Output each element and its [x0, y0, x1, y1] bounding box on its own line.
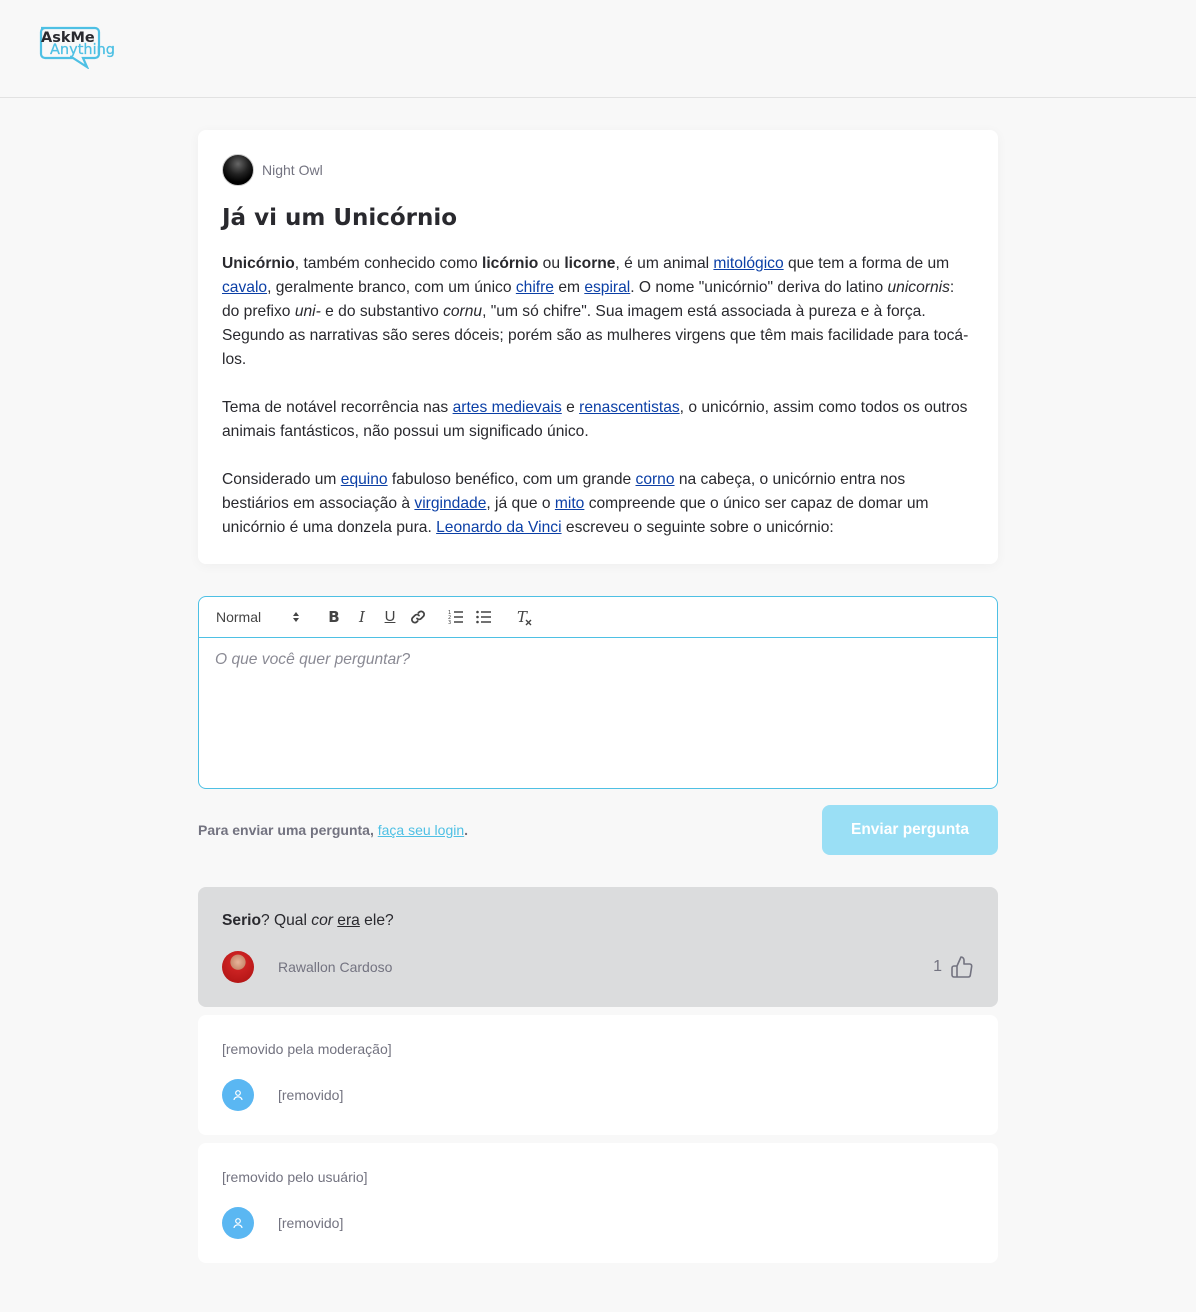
user-avatar — [222, 1206, 254, 1239]
question-footer: Rawallon Cardoso 1 — [222, 950, 974, 983]
text-run: em — [553, 278, 585, 296]
login-note-end: . — [464, 821, 469, 838]
thumbs-up-icon — [951, 956, 973, 978]
question-author: [removido] — [222, 1078, 344, 1111]
content-link[interactable]: chifre — [516, 279, 554, 296]
submit-row: Para enviar uma pergunta, faça seu login… — [198, 804, 998, 855]
text-run: escreveu o seguinte sobre o unicórnio: — [561, 518, 834, 536]
text-run: Considerado um — [222, 470, 341, 488]
question-footer: [removido] — [222, 1078, 974, 1111]
text-run: , geralmente branco, com um único — [267, 278, 516, 296]
content-link[interactable]: corno — [636, 471, 675, 488]
logo-text-anything: Anything — [50, 42, 115, 58]
ordered-list-button[interactable]: 123 — [442, 605, 470, 629]
room-description-card: Night Owl Já vi um Unicórnio Unicórnio, … — [198, 130, 998, 564]
question-textarea[interactable]: O que você quer perguntar? — [199, 638, 997, 682]
text-run: Tema de notável recorrência nas — [222, 398, 453, 416]
author-avatar — [222, 154, 254, 186]
text-run: e — [561, 398, 580, 416]
question-author-name: [removido] — [278, 1214, 344, 1231]
svg-text:3: 3 — [448, 620, 451, 624]
question-editor: Normal B I U 123 T O que você quer pergu… — [198, 595, 998, 789]
content-paragraph: Tema de notável recorrência nas artes me… — [222, 396, 974, 444]
text-run: que tem a forma de um — [783, 254, 950, 272]
room-author: Night Owl — [222, 154, 974, 186]
question-footer: [removido] — [222, 1206, 974, 1239]
bullet-list-button[interactable] — [470, 605, 498, 629]
question-author: [removido] — [222, 1206, 344, 1239]
link-button[interactable] — [404, 605, 432, 629]
italic-text: uni- — [294, 302, 321, 320]
question-author-name: Rawallon Cardoso — [278, 958, 393, 975]
question-card: [removido pela moderação] [removido] — [198, 1014, 998, 1135]
author-name: Night Owl — [262, 162, 323, 178]
text-run: . O nome "unicórnio" deriva do latino — [630, 278, 888, 296]
room-main: Night Owl Já vi um Unicórnio Unicórnio, … — [198, 98, 998, 1263]
question-card: [removido pelo usuário] [removido] — [198, 1142, 998, 1263]
italic-text: cornu — [443, 302, 483, 320]
askme-anything-logo[interactable]: AskMe Anything — [38, 25, 116, 69]
login-note: Para enviar uma pergunta, faça seu login… — [198, 822, 468, 838]
text-run: fabuloso benéfico, com um grande — [387, 470, 636, 488]
question-author: Rawallon Cardoso — [222, 950, 393, 983]
login-link[interactable]: faça seu login — [378, 822, 464, 838]
underline-button[interactable]: U — [376, 605, 404, 629]
bold-text: licorne — [564, 254, 616, 272]
updown-icon — [293, 611, 299, 622]
content-link[interactable]: espiral — [584, 279, 630, 296]
content-link[interactable]: mito — [555, 495, 584, 512]
text-run: , é um animal — [615, 254, 714, 272]
text-run: , já que o — [486, 494, 555, 512]
content-link[interactable]: mitológico — [713, 255, 783, 272]
user-avatar — [222, 1078, 254, 1111]
x-icon — [525, 619, 532, 626]
format-select-value: Normal — [216, 608, 262, 625]
login-note-text: Para enviar uma pergunta, — [198, 821, 378, 838]
app-header: AskMe Anything — [0, 0, 1196, 98]
user-icon — [233, 1089, 243, 1101]
content-link[interactable]: equino — [341, 471, 388, 488]
like-button[interactable]: 1 — [933, 955, 974, 979]
content-link[interactable]: Leonardo da Vinci — [436, 519, 561, 536]
italic-text: cor — [311, 911, 333, 929]
like-count: 1 — [933, 957, 942, 975]
question-text: [removido pela moderação] — [222, 1040, 392, 1057]
text-run: e do substantivo — [320, 302, 444, 320]
content-link[interactable]: virgindade — [414, 495, 486, 512]
format-select[interactable]: Normal — [216, 609, 310, 625]
ordered-list-icon: 123 — [448, 610, 463, 624]
content-paragraph: Considerado um equino fabuloso benéfico,… — [222, 468, 974, 540]
text-run: ou — [538, 254, 565, 272]
send-question-button[interactable]: Enviar pergunta — [822, 804, 998, 855]
question-card: Serio? Qual cor era ele? Rawallon Cardos… — [198, 886, 998, 1007]
clear-format-button[interactable]: T — [508, 605, 536, 629]
question-author-name: [removido] — [278, 1086, 344, 1103]
bullet-list-icon — [476, 610, 491, 624]
content-link[interactable]: artes medievais — [453, 399, 562, 416]
text-run: , também conhecido como — [294, 254, 482, 272]
content-link[interactable]: renascentistas — [579, 399, 680, 416]
bold-text: Unicórnio — [222, 254, 295, 272]
question-text: [removido pelo usuário] — [222, 1168, 368, 1185]
underlined-text: era — [337, 911, 360, 929]
user-avatar — [222, 950, 254, 983]
room-title: Já vi um Unicórnio — [222, 205, 458, 231]
question-list: Serio? Qual cor era ele? Rawallon Cardos… — [198, 886, 998, 1263]
italic-text: unicornis — [887, 278, 950, 296]
content-link[interactable]: cavalo — [222, 279, 267, 296]
user-icon — [233, 1217, 243, 1229]
bold-button[interactable]: B — [320, 605, 348, 629]
room-content: Unicórnio, também conhecido como licórni… — [222, 252, 974, 540]
bold-text: Serio — [222, 911, 261, 929]
question-text: Serio? Qual cor era ele? — [222, 911, 974, 931]
text-run: ? Qual — [261, 911, 312, 929]
content-paragraph: Unicórnio, também conhecido como licórni… — [222, 252, 974, 372]
italic-button[interactable]: I — [348, 605, 376, 629]
link-icon — [411, 610, 425, 624]
bold-text: licórnio — [482, 254, 539, 272]
text-run: ele? — [359, 911, 394, 929]
editor-toolbar: Normal B I U 123 T — [199, 597, 997, 638]
